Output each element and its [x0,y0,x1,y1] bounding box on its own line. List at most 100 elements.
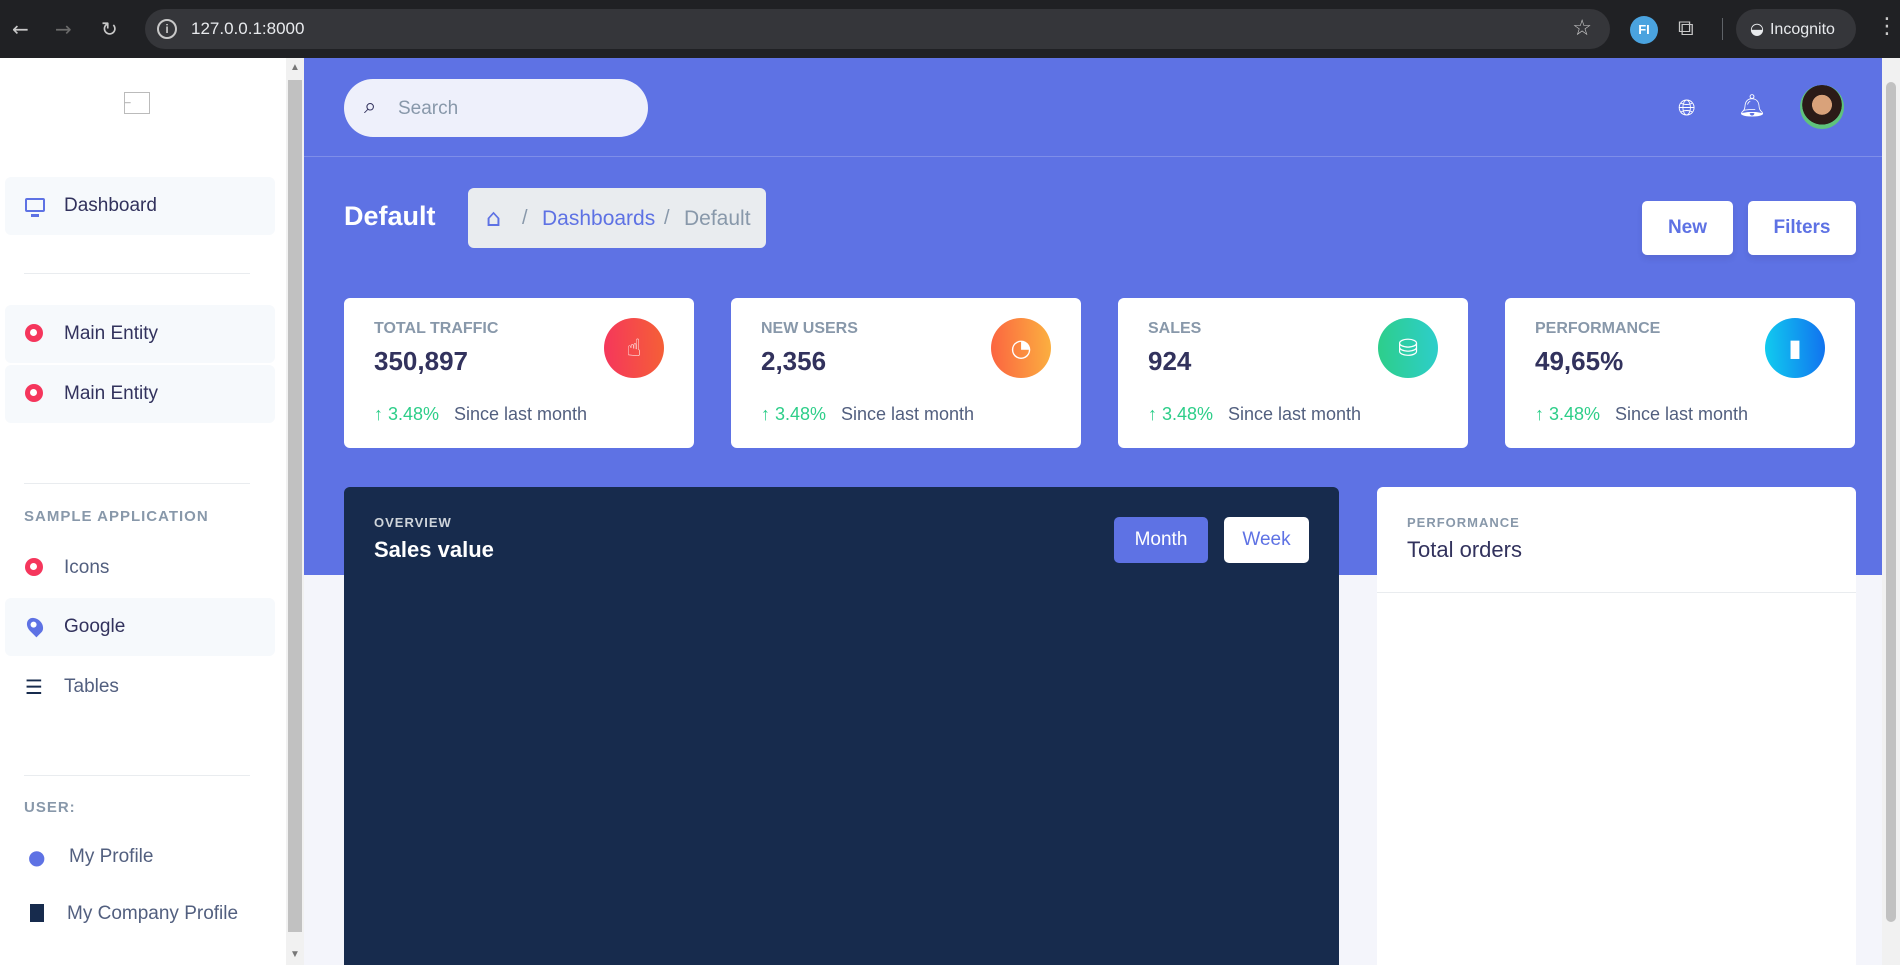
sidebar-item-main-entity-2[interactable]: Main Entity [5,365,275,423]
card-title: Total orders [1407,537,1522,562]
stat-title: NEW USERS [761,320,858,337]
money-coins-icon: ⛁ [1378,318,1438,378]
sidebar-item-main-entity[interactable]: Main Entity [5,305,275,363]
stat-title: TOTAL TRAFFIC [374,320,499,337]
stat-change-value: 3.48% [388,404,440,424]
sales-value-card: OVERVIEW Sales value Month Week [344,487,1339,965]
forward-icon[interactable]: → [55,17,72,41]
section-heading-sample: SAMPLE APPLICATION [24,508,209,525]
card-overline: PERFORMANCE [1407,515,1520,530]
incognito-badge[interactable]: ◒ Incognito [1736,9,1856,49]
card-overline: OVERVIEW [374,515,452,530]
sidebar-item-label: My Company Profile [67,903,239,924]
incognito-icon: ◒ [1750,19,1764,38]
search-input[interactable]: ⌕ Search [344,79,648,137]
stat-change: ↑ 3.48% [1535,404,1601,424]
puzzle-icon[interactable]: ⧉ [1678,15,1694,41]
sidebar-item-my-profile[interactable]: ● My Profile [5,828,275,886]
scroll-down-icon[interactable]: ▼ [290,949,300,960]
sidebar-item-label: My Profile [69,846,154,867]
page-scrollbar[interactable] [1882,58,1900,965]
globe-icon[interactable]: 🌐︎ [1678,96,1696,121]
breadcrumb-separator: / [664,207,670,229]
total-orders-card: PERFORMANCE Total orders [1377,487,1856,965]
home-icon[interactable]: ⌂ [486,204,501,232]
sidebar-item-label: Main Entity [64,383,158,404]
stat-value: 2,356 [761,346,827,376]
sidebar-item-label: Icons [64,557,110,578]
stat-change-value: 3.48% [775,404,827,424]
site-info-icon[interactable]: i [157,19,177,39]
stat-change-value: 3.48% [1162,404,1214,424]
stat-since: Since last month [454,404,588,424]
pie-chart-icon: ◔ [991,318,1051,378]
monitor-icon [25,196,47,218]
sidebar-item-label: Main Entity [64,323,158,344]
breadcrumb: ⌂ / Dashboards / Default [468,188,766,248]
map-pin-icon [23,614,47,639]
stat-card-total-traffic: TOTAL TRAFFIC 350,897 ☝ ↑ 3.48% Since la… [344,298,694,448]
back-icon[interactable]: ← [12,17,29,41]
logo-image[interactable]: _ [124,92,150,114]
stat-since: Since last month [1228,404,1362,424]
month-toggle-button[interactable]: Month [1114,517,1208,563]
stat-change: ↑ 3.48% [374,404,440,424]
address-bar[interactable]: i 127.0.0.1:8000 ☆ [145,9,1610,49]
stat-since: Since last month [841,404,975,424]
sidebar-item-label: Dashboard [64,195,157,216]
bookmark-star-icon[interactable]: ☆ [1572,15,1592,41]
list-icon: ☰ [25,675,43,699]
user-icon: ● [28,845,46,869]
stat-title: SALES [1148,320,1202,337]
browser-menu-icon[interactable]: ⋮ [1876,14,1898,39]
scroll-up-icon[interactable]: ▲ [290,62,300,73]
stat-card-sales: SALES 924 ⛁ ↑ 3.48% Since last month [1118,298,1468,448]
incognito-label: Incognito [1769,21,1835,38]
stat-value: 49,65% [1535,346,1624,376]
hand-pointer-icon: ☝ [604,318,664,378]
url-text[interactable]: 127.0.0.1:8000 [191,19,304,39]
card-title: Sales value [374,537,494,562]
sidebar-divider [24,775,250,776]
sidebar-divider [24,483,250,484]
stat-title: PERFORMANCE [1535,320,1661,337]
sidebar-item-label: Google [64,616,126,637]
week-toggle-button[interactable]: Week [1224,517,1309,563]
entity-icon [25,558,47,580]
card-divider [1377,592,1856,593]
extension-icon[interactable]: FI [1630,16,1658,44]
scrollbar-thumb[interactable] [1886,82,1896,922]
building-icon [27,904,49,926]
stat-since: Since last month [1615,404,1749,424]
sidebar-item-dashboard[interactable]: Dashboard [5,177,275,235]
sidebar-scrollbar[interactable]: ▲ ▼ [286,58,304,965]
sidebar: _ Dashboard Main Entity Main Entity SAMP… [0,58,286,965]
new-button[interactable]: New [1642,201,1733,255]
stat-change: ↑ 3.48% [761,404,827,424]
reload-icon[interactable]: ↻ [101,17,118,41]
topbar-divider [304,156,1900,157]
main-content: ⌕ Search 🌐︎ 🔔︎ Default ⌂ / Dashboards / … [304,58,1900,965]
stat-value: 350,897 [374,346,468,376]
sidebar-item-my-company-profile[interactable]: My Company Profile [5,885,275,943]
sidebar-item-google[interactable]: Google [5,598,275,656]
entity-icon [25,324,47,346]
bell-icon[interactable]: 🔔︎ [1738,94,1766,119]
breadcrumb-current: Default [684,207,751,230]
stat-change: ↑ 3.48% [1148,404,1214,424]
sidebar-item-tables[interactable]: ☰ Tables [5,658,275,716]
stat-value: 924 [1148,346,1192,376]
toolbar-divider [1722,18,1723,40]
entity-icon [25,384,47,406]
avatar[interactable] [1800,85,1844,129]
breadcrumb-separator: / [522,207,528,229]
bar-chart-icon: ▮ [1765,318,1825,378]
stat-card-new-users: NEW USERS 2,356 ◔ ↑ 3.48% Since last mon… [731,298,1081,448]
sidebar-item-label: Tables [64,676,119,697]
stat-change-value: 3.48% [1549,404,1601,424]
section-heading-user: USER: [24,799,76,816]
breadcrumb-link-dashboards[interactable]: Dashboards [542,207,655,231]
filters-button[interactable]: Filters [1748,201,1856,255]
sidebar-item-icons[interactable]: Icons [5,539,275,597]
scrollbar-thumb[interactable] [288,80,302,932]
